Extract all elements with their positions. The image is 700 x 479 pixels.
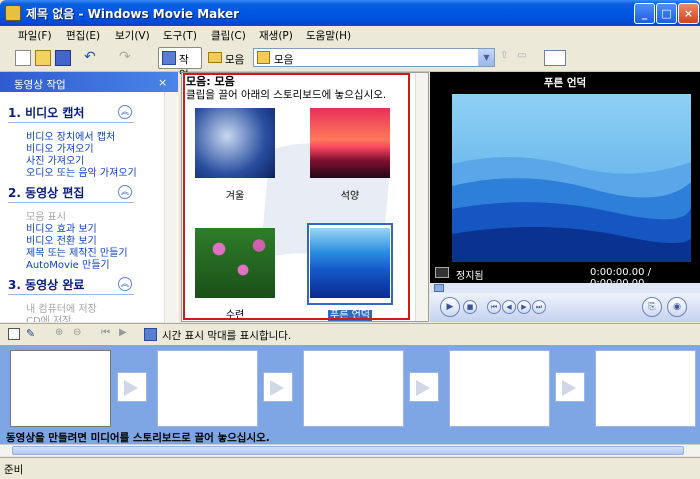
menu-clip[interactable]: 클립(C) (211, 28, 246, 43)
menu-help[interactable]: 도움말(H) (306, 28, 351, 43)
section-title-edit[interactable]: 2. 동영상 편집 (8, 184, 84, 201)
views-icon[interactable] (544, 50, 566, 66)
section-divider (8, 122, 134, 123)
play-storyboard-icon: ▶ (119, 327, 127, 338)
rewind-storyboard-icon: ⏮ (101, 327, 110, 338)
menu-file[interactable]: 파일(F) (18, 28, 52, 43)
next-frame-icon[interactable]: ⏭ (532, 300, 546, 314)
transition-slot[interactable] (409, 372, 439, 402)
menu-bar: 파일(F) 편집(E) 보기(V) 도구(T) 클립(C) 재생(P) 도움말(… (0, 26, 700, 44)
timeline-toggle-icon[interactable] (144, 328, 157, 341)
tasks-close-icon[interactable]: × (158, 76, 167, 89)
collapse-edit-icon[interactable]: ︽ (118, 185, 132, 199)
app-icon (5, 5, 21, 21)
zoom-out-icon: ⊖ (73, 327, 82, 338)
stop-icon[interactable]: ■ (463, 300, 477, 314)
collection-select-icon (257, 51, 270, 64)
movie-tasks-pane: 동영상 작업 × 1. 비디오 캡처 ︽ 비디오 장치에서 캡처 비디오 가져오… (0, 72, 178, 322)
split-icon[interactable]: ⎘ (642, 297, 662, 317)
close-button[interactable]: × (678, 3, 699, 24)
snapshot-icon[interactable]: ◉ (667, 297, 687, 317)
section-divider (8, 294, 134, 295)
chevron-down-icon[interactable]: ▼ (478, 49, 494, 66)
collapse-capture-icon[interactable]: ︽ (118, 105, 132, 119)
preview-status-bar: 정지됨 0:00:00.00 / 0:00:00.00 (430, 265, 700, 289)
storyboard-frame[interactable] (10, 350, 111, 427)
scroll-thumb[interactable] (12, 446, 684, 455)
menu-tools[interactable]: 도구(T) (163, 28, 197, 43)
storyboard-view-icon[interactable] (8, 328, 20, 340)
task-link-save-cd: CD에 저장 (26, 316, 72, 322)
playback-controls: ▶ ■ ⏮ ◀ ▶ ⏭ ⎘ ◉ (430, 293, 700, 322)
play-icon[interactable]: ▶ (440, 297, 460, 317)
rewind-icon[interactable]: ◀ (502, 300, 516, 314)
tasks-scrollbar[interactable] (164, 92, 177, 322)
menu-view[interactable]: 보기(V) (115, 28, 150, 43)
narrate-icon[interactable]: ✎ (26, 327, 35, 340)
collection-select-value: 모음 (274, 54, 294, 66)
section-title-finish[interactable]: 3. 동영상 완료 (8, 276, 84, 293)
transition-slot[interactable] (117, 372, 147, 402)
section-title-capture[interactable]: 1. 비디오 캡처 (8, 104, 84, 121)
storyboard-frame[interactable] (303, 350, 404, 427)
tasks-icon (162, 51, 176, 65)
monitor-icon (435, 267, 449, 278)
minimize-button[interactable]: _ (634, 3, 655, 24)
collapse-finish-icon[interactable]: ︽ (118, 277, 132, 291)
transition-slot[interactable] (555, 372, 585, 402)
new-folder-icon: ▭ (517, 50, 527, 61)
open-project-icon[interactable] (35, 50, 51, 66)
transition-slot[interactable] (263, 372, 293, 402)
storyboard-toolbar: ✎ ⊕ ⊖ ⏮ ▶ 시간 표시 막대를 표시합니다. (0, 323, 700, 345)
storyboard-message: 동영상을 만들려면 미디어를 스토리보드로 끌어 놓으십시오. (6, 432, 270, 444)
status-bar: 준비 (0, 457, 700, 479)
previous-frame-icon[interactable]: ⏮ (487, 300, 501, 314)
highlight-box (183, 73, 410, 320)
seek-bar[interactable] (430, 283, 700, 293)
task-link-automovie[interactable]: AutoMovie 만들기 (26, 256, 110, 271)
forward-icon[interactable]: ▶ (517, 300, 531, 314)
preview-screen (452, 94, 691, 262)
folder-icon (208, 52, 222, 63)
zoom-in-icon: ⊕ (55, 327, 64, 338)
save-project-icon[interactable] (55, 50, 71, 66)
new-project-icon[interactable] (15, 50, 31, 66)
collection-scrollbar[interactable] (415, 73, 428, 321)
show-timeline-text[interactable]: 시간 표시 막대를 표시합니다. (162, 328, 291, 343)
collections-button[interactable]: 모음 (204, 47, 250, 69)
status-text: 준비 (4, 464, 24, 476)
playback-status: 정지됨 (456, 271, 484, 282)
preview-title: 푸른 언덕 (543, 77, 587, 89)
storyboard-scrollbar[interactable] (0, 444, 700, 456)
seek-thumb[interactable] (434, 284, 444, 292)
task-link-import-audio[interactable]: 오디오 또는 음악 가져오기 (26, 164, 137, 179)
maximize-button[interactable]: □ (656, 3, 677, 24)
tasks-header: 동영상 작업 (0, 72, 178, 92)
menu-play[interactable]: 재생(P) (259, 28, 293, 43)
storyboard-frame[interactable] (157, 350, 258, 427)
title-bar: 제목 없음 - Windows Movie Maker _ □ × (0, 0, 700, 26)
section-divider (8, 202, 134, 203)
storyboard-frame[interactable] (449, 350, 550, 427)
tasks-button[interactable]: 작업 (158, 47, 202, 81)
redo-icon: ↷ (119, 49, 131, 65)
collection-select[interactable]: 모음 ▼ (253, 48, 495, 67)
undo-icon[interactable]: ↶ (84, 50, 100, 66)
storyboard-frame[interactable] (595, 350, 696, 427)
collections-button-label: 모음 (225, 54, 245, 66)
window-title: 제목 없음 - Windows Movie Maker (26, 7, 239, 21)
menu-edit[interactable]: 편집(E) (66, 28, 100, 43)
up-level-icon: ⇧ (500, 50, 509, 61)
